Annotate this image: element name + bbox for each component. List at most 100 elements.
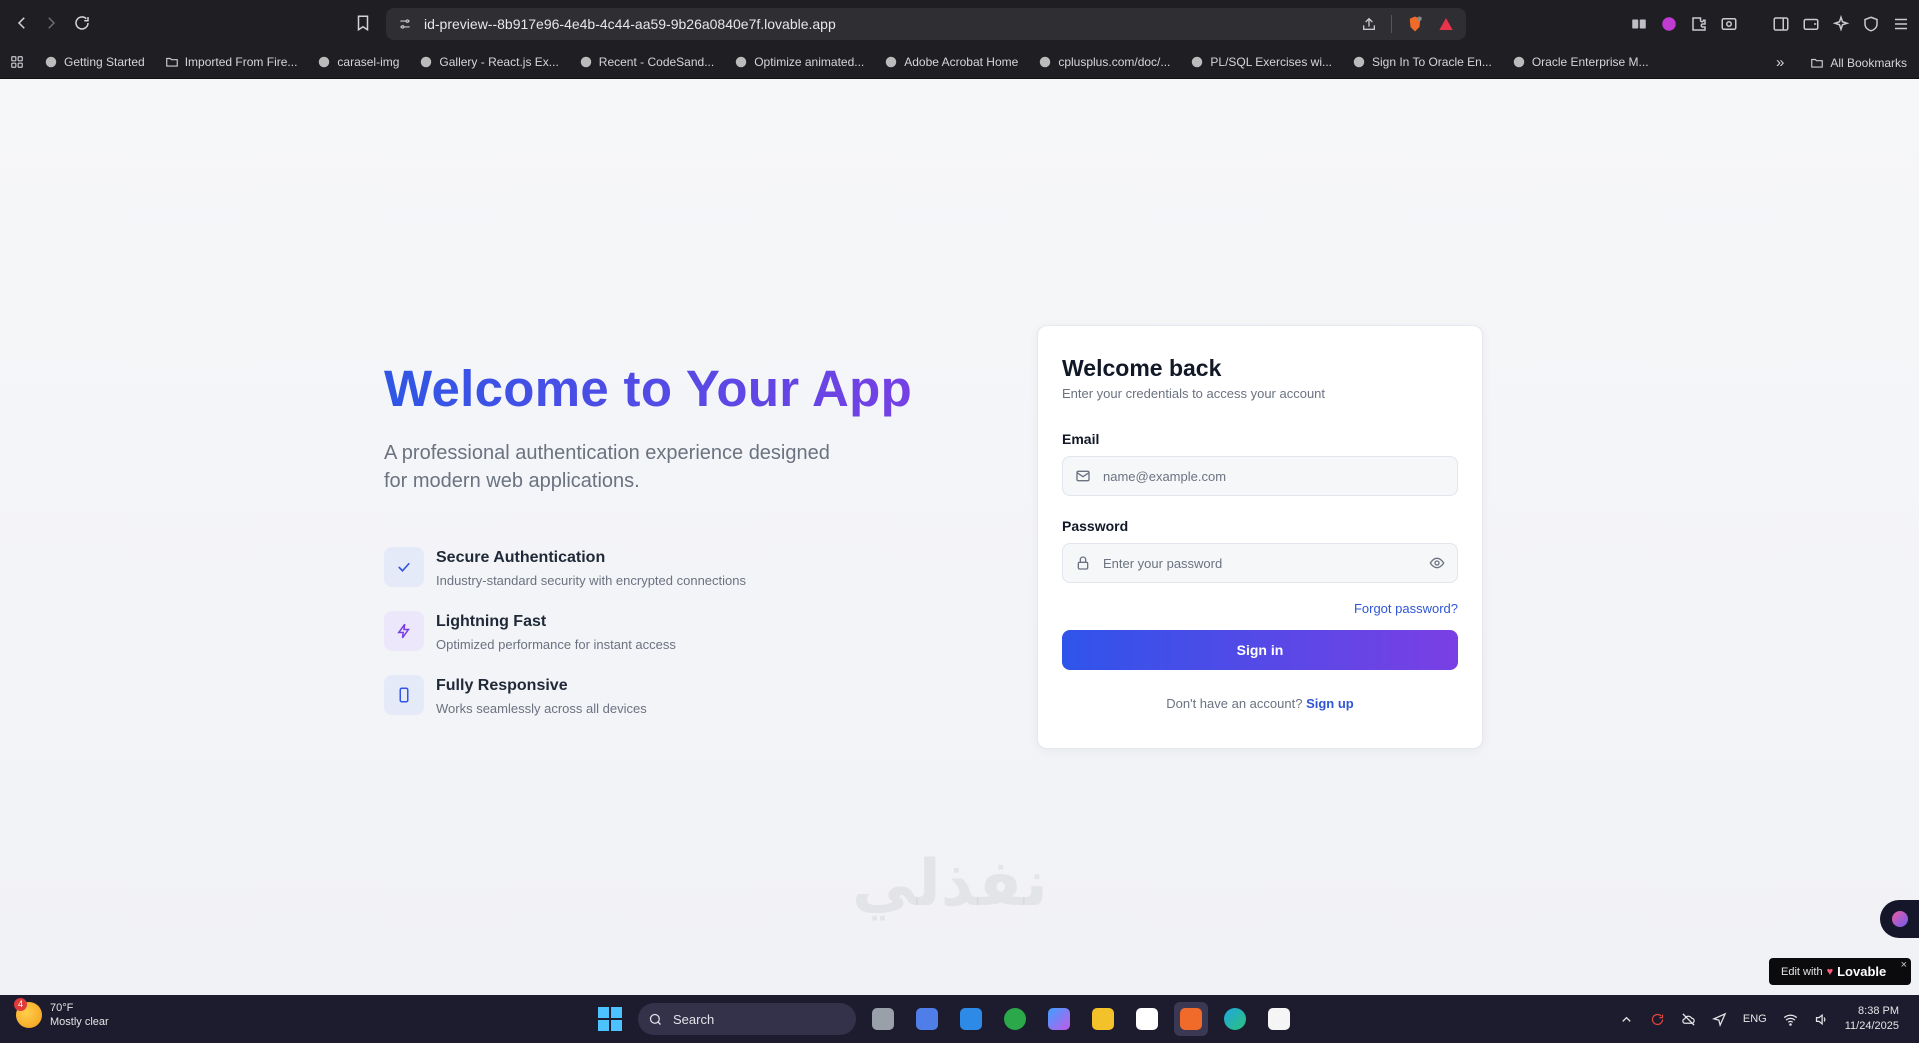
clock-time: 8:38 PM	[1858, 1005, 1899, 1017]
location-icon[interactable]	[1711, 1012, 1727, 1027]
feature-fully-responsive: Fully Responsive Works seamlessly across…	[384, 675, 944, 719]
globe-icon	[1353, 56, 1365, 68]
weather-temperature: 70°F	[50, 1002, 74, 1014]
search-label: Search	[673, 1011, 715, 1027]
globe-icon	[45, 56, 57, 68]
apps-grid-icon[interactable]	[10, 55, 24, 69]
browser-toolbar: id-preview--8b917e96-4e4b-4c44-aa59-9b26…	[0, 0, 1919, 46]
lovable-chat-bubble[interactable]	[1880, 900, 1919, 938]
bookmarks-bar: Getting Started Imported From Fire... ca…	[0, 46, 1919, 79]
weather-widget[interactable]: 4 70°F Mostly clear	[14, 998, 109, 1029]
brave-browser-app[interactable]	[1174, 1002, 1208, 1036]
taskbar-search[interactable]: Search	[638, 1003, 856, 1035]
clickup-app[interactable]	[1130, 1002, 1164, 1036]
check-icon	[384, 547, 424, 588]
bookmark-folder[interactable]: Imported From Fire...	[165, 55, 297, 69]
extension-grid-icon[interactable]	[1629, 14, 1649, 34]
bookmark-item[interactable]: Oracle Enterprise M...	[1512, 55, 1649, 69]
wifi-icon[interactable]	[1783, 1012, 1798, 1027]
password-input[interactable]	[1103, 555, 1429, 571]
feature-list: Secure Authentication Industry-standard …	[384, 547, 944, 719]
start-button[interactable]	[592, 1001, 628, 1037]
password-label: Password	[1062, 518, 1129, 534]
edit-with-lovable-badge[interactable]: Edit with ♥ Lovable ×	[1769, 958, 1911, 985]
phone-icon	[384, 675, 424, 716]
cloud-off-icon[interactable]	[1681, 1012, 1696, 1027]
file-explorer-app[interactable]	[1086, 1002, 1120, 1036]
bookmark-page-button[interactable]	[347, 7, 379, 39]
globe-icon	[1040, 56, 1051, 68]
sync-icon[interactable]	[1650, 1012, 1665, 1027]
chevron-up-icon[interactable]	[1619, 1012, 1634, 1027]
lovable-heart-icon: ♥	[1826, 965, 1834, 978]
leo-ai-icon[interactable]	[1831, 14, 1851, 34]
back-button[interactable]	[6, 7, 38, 39]
bookmarks-right: » All Bookmarks	[1776, 46, 1907, 79]
forgot-password-link[interactable]: Forgot password?	[1354, 601, 1458, 616]
url-text[interactable]: id-preview--8b917e96-4e4b-4c44-aa59-9b26…	[424, 16, 1361, 32]
no-account-text: Don't have an account?	[1166, 696, 1303, 711]
bookmark-item[interactable]: Recent - CodeSand...	[579, 55, 714, 69]
bookmark-item[interactable]: Optimize animated...	[734, 55, 864, 69]
capture-icon[interactable]	[1719, 14, 1739, 34]
brave-shields-icon[interactable]	[1406, 15, 1424, 33]
feature-description: Works seamlessly across all devices	[436, 701, 647, 717]
all-bookmarks-button[interactable]: All Bookmarks	[1810, 56, 1907, 70]
signup-prompt: Don't have an account? Sign up	[1062, 696, 1458, 711]
puzzle-extensions-icon[interactable]	[1689, 14, 1709, 34]
share-icon[interactable]	[1361, 16, 1377, 32]
xbox-app[interactable]	[998, 1002, 1032, 1036]
volume-icon[interactable]	[1814, 1012, 1829, 1027]
copilot-app[interactable]	[1042, 1002, 1076, 1036]
mail-icon	[1076, 470, 1090, 482]
site-settings-icon[interactable]	[398, 17, 412, 31]
globe-icon	[580, 56, 592, 68]
sign-up-link[interactable]: Sign up	[1306, 696, 1354, 711]
weather-sun-icon: 4	[14, 998, 42, 1028]
divider	[1391, 15, 1392, 33]
notion-app[interactable]	[1262, 1002, 1296, 1036]
system-tray: ENG 8:38 PM 11/24/2025	[1619, 995, 1899, 1043]
feature-title: Secure Authentication	[436, 549, 606, 567]
folder-icon	[165, 57, 178, 67]
menu-icon[interactable]	[1891, 14, 1911, 34]
sign-in-button[interactable]: Sign in	[1062, 630, 1458, 670]
edit-with-label: Edit with	[1781, 965, 1823, 978]
login-title: Welcome back	[1062, 355, 1222, 381]
bookmark-item[interactable]: Adobe Acrobat Home	[884, 55, 1018, 69]
taskbar-apps: Search	[592, 1001, 1296, 1037]
widgets-app[interactable]	[910, 1002, 944, 1036]
password-field[interactable]	[1062, 543, 1458, 583]
bookmark-item[interactable]: Sign In To Oracle En...	[1352, 55, 1492, 69]
close-badge-icon[interactable]: ×	[1901, 959, 1907, 971]
clock[interactable]: 8:38 PM 11/24/2025	[1845, 1004, 1899, 1034]
show-password-eye-icon[interactable]	[1429, 555, 1445, 571]
bookmark-item[interactable]: Getting Started	[44, 55, 145, 69]
store-app[interactable]	[954, 1002, 988, 1036]
edge-app[interactable]	[1218, 1002, 1252, 1036]
more-bookmarks-button[interactable]: »	[1776, 54, 1784, 71]
globe-icon	[886, 56, 897, 68]
login-card: Welcome back Enter your credentials to a…	[1037, 325, 1483, 749]
sidebar-toggle-icon[interactable]	[1771, 14, 1791, 34]
input-language[interactable]: ENG	[1743, 1013, 1767, 1025]
hero-section: Welcome to Your App A professional authe…	[384, 360, 944, 739]
reload-button[interactable]	[66, 7, 98, 39]
bookmark-item[interactable]: PL/SQL Exercises wi...	[1190, 55, 1332, 69]
lock-icon	[1077, 556, 1089, 570]
bookmark-item[interactable]: carasel-img	[317, 55, 399, 69]
email-input[interactable]	[1103, 468, 1445, 484]
globe-icon	[735, 56, 747, 68]
address-bar[interactable]: id-preview--8b917e96-4e4b-4c44-aa59-9b26…	[386, 8, 1466, 40]
wallet-icon[interactable]	[1801, 14, 1821, 34]
profile-extension-icon[interactable]	[1659, 14, 1679, 34]
email-field[interactable]	[1062, 456, 1458, 496]
brave-rewards-icon[interactable]	[1438, 16, 1454, 32]
vpn-shield-icon[interactable]	[1861, 14, 1881, 34]
search-icon	[649, 1013, 661, 1025]
bookmark-item[interactable]: Gallery - React.js Ex...	[419, 55, 559, 69]
forward-button[interactable]	[35, 7, 67, 39]
login-subtitle: Enter your credentials to access your ac…	[1062, 386, 1326, 401]
bookmark-item[interactable]: cplusplus.com/doc/...	[1038, 55, 1170, 69]
task-view-app[interactable]	[866, 1002, 900, 1036]
